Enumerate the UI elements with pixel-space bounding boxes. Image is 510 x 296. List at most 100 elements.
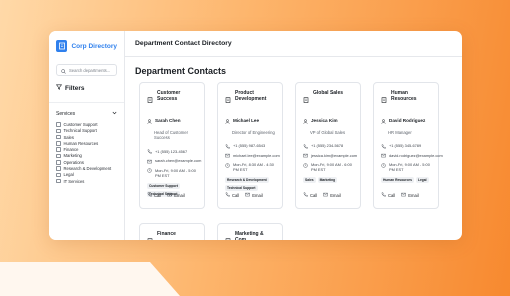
office-hours: Mon-Fri, 9:00 AM - 5:00 PM EST	[155, 167, 196, 178]
email-button[interactable]: Email	[323, 192, 341, 198]
service-filter-item[interactable]: IT Services	[56, 179, 117, 190]
contact-phone: +1 (555) 123-4567	[155, 148, 188, 154]
checkbox[interactable]	[56, 172, 61, 178]
email-button[interactable]: Email	[401, 192, 419, 198]
checkbox[interactable]	[56, 128, 61, 134]
department-card: Customer Success Sarah Chen Head of Custom…	[139, 82, 205, 209]
mail-icon	[401, 192, 406, 198]
phone-icon	[303, 143, 308, 150]
card-actions: Call Email	[147, 192, 185, 198]
filters-heading: Filters	[55, 84, 117, 92]
call-label: Call	[388, 192, 396, 198]
card-header: Marketing & Com	[225, 231, 276, 240]
contact-email-row: david.rodriguez@example.com	[381, 153, 443, 160]
service-tag: Legal	[415, 177, 429, 184]
contact-role: Director of Engineering	[232, 130, 275, 135]
office-hours-row: Mon-Fri, 9:00 AM - 5:00 PM EST	[147, 168, 198, 178]
card-header: Human Resources	[381, 90, 432, 108]
email-label: Email	[174, 192, 185, 198]
service-tags: Research & Development Technical Support	[225, 177, 276, 192]
search-input[interactable]	[69, 67, 124, 73]
service-tag: Technical Support	[225, 185, 258, 192]
brand[interactable]: Corp Directory	[56, 40, 117, 52]
card-header: Finance	[147, 231, 198, 240]
card-actions: Call Email	[225, 192, 263, 198]
office-hours-row: Mon-Fri, 8:30 AM - 4:30 PM EST	[225, 162, 276, 172]
app-window: Corp Directory Filters Services Customer…	[49, 31, 462, 240]
page-title: Department Contact Directory	[135, 40, 232, 47]
checkbox[interactable]	[56, 178, 61, 184]
search-box[interactable]	[56, 64, 124, 76]
contact-name: Jessica Kim	[311, 117, 338, 123]
office-hours: Mon-Fri, 9:00 AM - 6:00 PM EST	[311, 162, 352, 173]
service-filter-label: Customer Support	[63, 122, 98, 127]
service-tags: Sales Marketing	[303, 177, 354, 184]
contact-phone: +1 (555) 345-6789	[389, 143, 422, 149]
clock-icon	[381, 162, 386, 169]
services-list: Customer Support Technical Support Sales Hu…	[56, 122, 117, 190]
checkbox[interactable]	[56, 153, 61, 159]
department-card: Human Resources David Rodriguez HR Manager…	[373, 82, 443, 209]
service-filter-label: Human Resources	[63, 140, 99, 146]
call-button[interactable]: Call	[303, 192, 317, 198]
service-filter-label: Research & Development	[63, 166, 112, 172]
department-name: Global Sales	[313, 90, 344, 96]
contact-email-row: jessica.kim@example.com	[303, 153, 357, 160]
contact-phone-row: +1 (555) 987-6543	[225, 143, 276, 150]
service-tag: Marketing	[317, 177, 338, 184]
clock-icon	[303, 162, 308, 169]
building-icon	[225, 90, 231, 108]
phone-icon	[147, 192, 152, 198]
building-icon	[303, 90, 309, 108]
phone-icon	[381, 143, 386, 150]
divider	[49, 102, 124, 103]
email-button[interactable]: Email	[167, 192, 185, 198]
service-tags: Human Resources Legal	[381, 177, 432, 184]
service-tag: Sales	[303, 177, 316, 184]
email-button[interactable]: Email	[245, 192, 263, 198]
building-icon	[225, 231, 231, 240]
card-actions: Call Email	[303, 192, 341, 198]
services-toggle[interactable]: Services	[56, 111, 117, 117]
checkbox[interactable]	[56, 166, 61, 171]
phone-icon	[225, 143, 230, 150]
phone-icon	[147, 149, 152, 156]
department-card: Product Development Michael Lee Director o…	[217, 82, 283, 209]
department-name: Human Resources	[391, 90, 417, 102]
phone-icon	[381, 192, 386, 198]
building-icon	[381, 90, 387, 108]
services-label: Services	[56, 111, 76, 117]
building-icon	[147, 90, 153, 108]
contact-role: Head of Customer Success	[154, 130, 188, 141]
mail-icon	[303, 153, 308, 160]
contact-person: David Rodriguez	[381, 111, 432, 129]
user-icon	[381, 111, 386, 129]
service-filter-label: Marketing	[63, 153, 82, 159]
mail-icon	[323, 192, 328, 198]
cards-grid: Customer Success Sarah Chen Head of Custom…	[139, 82, 443, 240]
office-hours: Mon-Fri, 8:30 AM - 4:30 PM EST	[233, 162, 274, 173]
contact-email-row: sarah.chen@example.com	[147, 158, 201, 165]
contact-phone-row: +1 (555) 234-5678	[303, 143, 354, 150]
contact-email: david.rodriguez@example.com	[389, 152, 443, 158]
office-hours-row: Mon-Fri, 9:00 AM - 6:00 PM EST	[303, 162, 354, 172]
building-icon	[56, 40, 68, 52]
service-filter-label: Legal	[63, 172, 74, 178]
clock-icon	[225, 162, 230, 169]
call-button[interactable]: Call	[381, 192, 395, 198]
contact-role: VP of Global Sales	[310, 130, 346, 135]
call-button[interactable]: Call	[147, 192, 161, 198]
checkbox[interactable]	[56, 147, 61, 152]
contact-email-row: michael.lee@example.com	[225, 153, 280, 160]
contact-person: Jessica Kim	[303, 111, 354, 129]
checkbox[interactable]	[56, 122, 61, 127]
service-tag: Human Resources	[381, 177, 414, 184]
checkbox[interactable]	[56, 160, 61, 165]
sidebar: Corp Directory Filters Services Customer…	[49, 31, 125, 240]
phone-icon	[303, 192, 308, 198]
department-card: Global Sales Jessica Kim VP of Global Sale…	[295, 82, 361, 209]
mail-icon	[167, 192, 172, 198]
checkbox[interactable]	[56, 134, 61, 140]
checkbox[interactable]	[56, 141, 61, 146]
call-button[interactable]: Call	[225, 192, 239, 198]
